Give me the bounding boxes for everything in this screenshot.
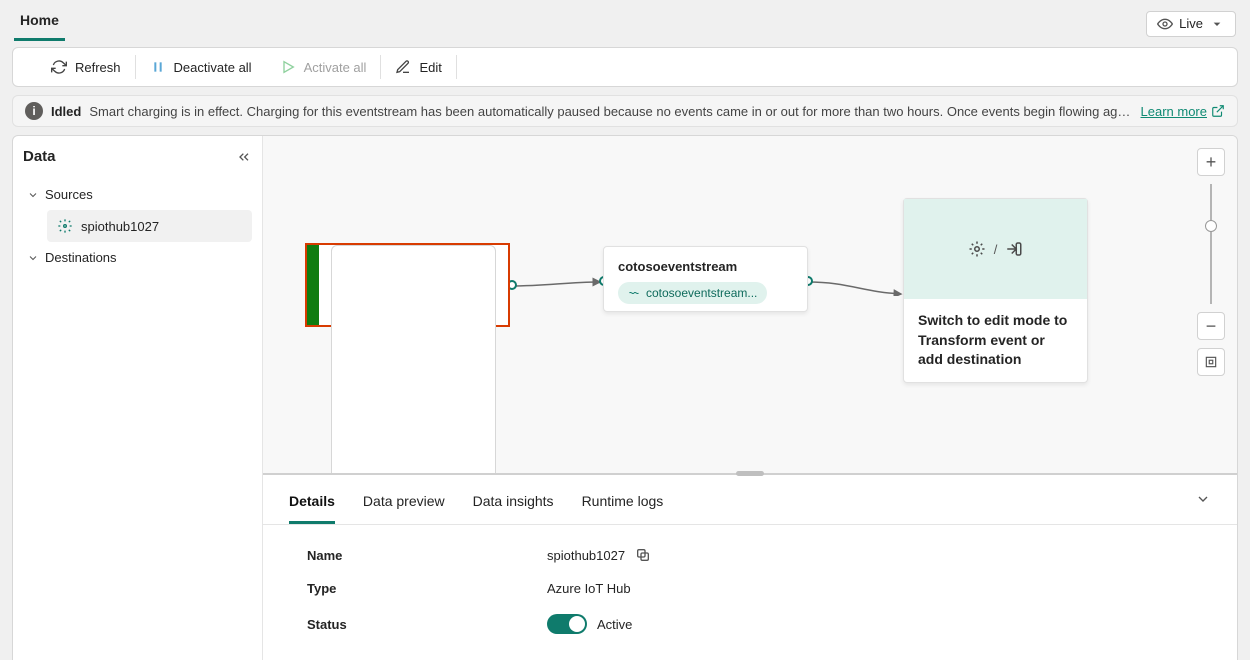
destinations-header[interactable]: Destinations (23, 242, 252, 273)
collapse-icon[interactable] (236, 149, 252, 165)
panel-title: Data (23, 148, 56, 165)
edit-label: Edit (419, 60, 441, 75)
details-panel: Details Data preview Data insights Runti… (263, 473, 1237, 660)
play-icon (280, 59, 296, 75)
resize-handle[interactable] (736, 471, 764, 476)
type-value: Azure IoT Hub (547, 581, 631, 596)
output-icon (1005, 240, 1023, 258)
status-label: Status (307, 617, 547, 632)
name-value: spiothub1027 (547, 548, 625, 563)
dest-prompt: Switch to edit mode to Transform event o… (904, 299, 1087, 382)
type-label: Type (307, 581, 547, 596)
info-icon: i (25, 102, 43, 120)
data-panel: Data Sources spiothub1027 Destinations (13, 136, 263, 660)
banner-status: Idled (51, 104, 81, 119)
status-toggle[interactable] (547, 614, 587, 634)
zoom-slider[interactable] (1210, 184, 1212, 304)
chevron-down-icon (1209, 16, 1225, 32)
transform-icon (968, 240, 986, 258)
eventstream-title: cotosoeventstream (618, 259, 793, 274)
chevron-down-icon (27, 252, 39, 264)
eventstream-pill[interactable]: cotosoeventstream... (618, 282, 767, 304)
eye-icon (1157, 16, 1173, 32)
activate-label: Activate all (304, 60, 367, 75)
zoom-in-button[interactable]: + (1197, 148, 1225, 176)
info-banner: i Idled Smart charging is in effect. Cha… (12, 95, 1238, 127)
edit-icon (395, 59, 411, 75)
stream-icon (628, 287, 640, 299)
status-value: Active (597, 617, 632, 632)
copy-icon[interactable] (635, 547, 651, 563)
chevron-down-icon (27, 189, 39, 201)
source-item-spiothub[interactable]: spiothub1027 (47, 210, 252, 242)
tab-details[interactable]: Details (289, 487, 335, 524)
live-mode-button[interactable]: Live (1146, 11, 1236, 37)
source-node[interactable]: spiothub1027 Active (305, 243, 510, 327)
tab-home[interactable]: Home (14, 6, 65, 41)
status-stripe (307, 245, 319, 325)
zoom-thumb[interactable] (1205, 220, 1217, 232)
destination-placeholder[interactable]: / Switch to edit mode to Transform event… (903, 198, 1088, 383)
learn-more-link[interactable]: Learn more (1141, 104, 1225, 119)
activate-all-button: Activate all (266, 48, 381, 86)
slash: / (994, 242, 998, 257)
refresh-label: Refresh (75, 60, 121, 75)
zoom-fit-button[interactable] (1197, 348, 1225, 376)
collapse-panel-icon[interactable] (1195, 491, 1211, 507)
sources-header[interactable]: Sources (23, 179, 252, 210)
edit-button[interactable]: Edit (381, 48, 455, 86)
pause-icon (150, 59, 166, 75)
tab-runtime-logs[interactable]: Runtime logs (582, 487, 664, 524)
fit-icon (1204, 355, 1218, 369)
deactivate-all-button[interactable]: Deactivate all (136, 48, 266, 86)
external-link-icon (1211, 104, 1225, 118)
deactivate-label: Deactivate all (174, 60, 252, 75)
canvas[interactable]: spiothub1027 Active cotosoeventstr (263, 136, 1237, 473)
tab-data-insights[interactable]: Data insights (473, 487, 554, 524)
iot-hub-icon (57, 218, 73, 234)
name-label: Name (307, 548, 547, 563)
eventstream-node[interactable]: cotosoeventstream cotosoeventstream... (603, 246, 808, 312)
refresh-icon (51, 59, 67, 75)
separator (456, 55, 457, 79)
tab-data-preview[interactable]: Data preview (363, 487, 445, 524)
live-label: Live (1179, 16, 1203, 31)
refresh-button[interactable]: Refresh (37, 48, 135, 86)
banner-message: Smart charging is in effect. Charging fo… (89, 104, 1132, 119)
zoom-out-button[interactable]: − (1197, 312, 1225, 340)
